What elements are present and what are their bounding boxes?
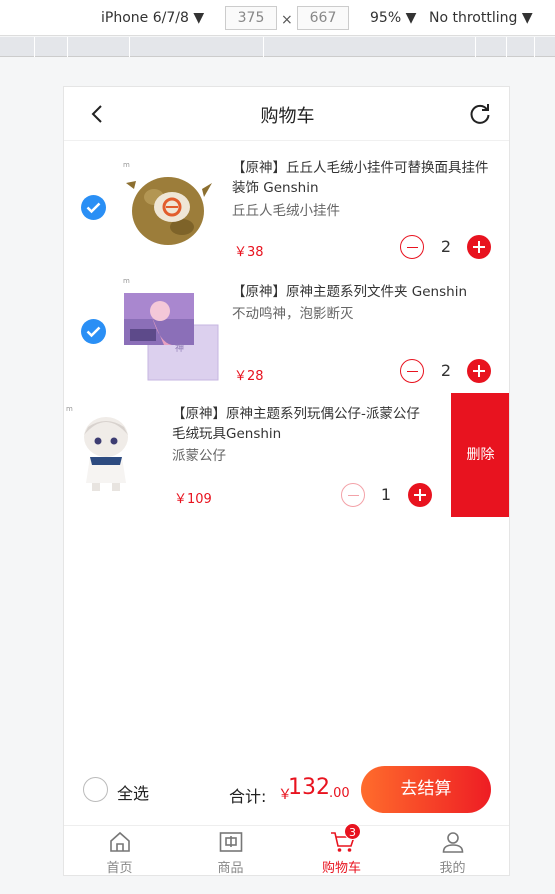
devtools-toolbar: iPhone 6/7/8 ▼ 375 × 667 95% ▼ No thrott… [0,0,555,36]
page-title: 购物车 [260,106,315,127]
product-image: m [64,401,164,501]
total-decimal: .00 [329,786,350,801]
quantity-value: 2 [440,361,452,380]
tab-profile[interactable]: 我的 [397,826,508,876]
select-all-checkbox[interactable] [83,777,108,802]
dimension-separator: × [281,12,293,28]
svg-text:m: m [123,277,130,285]
home-icon [110,831,130,852]
tab-bar: 首页 商品 3 购物车 我的 [64,823,509,876]
svg-text:m: m [66,405,73,413]
product-price: ￥109 [174,492,212,507]
decrease-quantity-button[interactable] [400,235,424,259]
product-image: m [120,157,220,257]
item-checkbox[interactable] [81,195,106,220]
increase-quantity-button[interactable] [408,483,432,507]
tab-label: 我的 [439,861,466,876]
decrease-quantity-button[interactable] [341,483,365,507]
nav-bar: 购物车 [64,87,509,141]
increase-quantity-button[interactable] [467,235,491,259]
media-query-ruler [0,37,555,57]
product-name: 【原神】丘丘人毛绒小挂件可替换面具挂件装饰 Genshin [232,160,489,196]
cart-item: m 神 【原神】原神主题系列文件夹 Genshin 不动鸣神，泡影断灭 ￥28 … [64,273,509,391]
tab-goods[interactable]: 商品 [175,826,286,876]
total-amount: 132 [288,775,330,800]
svg-text:m: m [123,161,130,169]
svg-text:神: 神 [175,342,184,354]
tab-label: 首页 [106,861,133,876]
quantity-value: 1 [380,485,392,504]
refresh-icon[interactable] [467,101,493,127]
product-spec: 不动鸣神，泡影断灭 [232,306,354,322]
product-spec: 派蒙公仔 [172,448,226,464]
checkout-bar: 全选 合计: ￥ 132 .00 去结算 [64,757,509,825]
user-icon [442,832,464,853]
tab-home[interactable]: 首页 [64,826,175,876]
quantity-value: 2 [440,237,452,256]
height-input[interactable]: 667 [297,6,349,30]
product-price: ￥28 [234,369,264,384]
item-checkbox[interactable] [81,319,106,344]
product-name: 【原神】原神主题系列文件夹 Genshin [232,284,468,300]
increase-quantity-button[interactable] [467,359,491,383]
throttling-select[interactable]: No throttling ▼ [429,10,533,26]
width-input[interactable]: 375 [225,6,277,30]
mobile-viewport: 购物车 m 【原神】丘丘人毛绒小挂件可替换面具挂件装饰 Genshin 丘丘人毛… [63,86,510,876]
tab-label: 商品 [217,861,244,876]
delete-button[interactable]: 删除 [451,393,509,517]
tab-cart[interactable]: 3 购物车 [286,823,397,876]
goods-icon [219,832,243,852]
total-label: 合计: [229,787,267,806]
cart-item: m 【原神】原神主题系列玩偶公仔-派蒙公仔毛绒玩具Genshin 派蒙公仔 ￥1… [64,397,509,515]
checkout-button[interactable]: 去结算 [361,766,491,813]
product-name: 【原神】原神主题系列玩偶公仔-派蒙公仔毛绒玩具Genshin [172,406,420,442]
device-select[interactable]: iPhone 6/7/8 ▼ [101,10,204,26]
tab-label: 购物车 [321,861,361,876]
zoom-select[interactable]: 95% ▼ [370,10,416,26]
product-image: m 神 [120,273,220,383]
product-price: ￥38 [234,245,264,260]
select-all-label[interactable]: 全选 [117,780,149,804]
cart-badge: 3 [344,823,361,840]
cart-item: m 【原神】丘丘人毛绒小挂件可替换面具挂件装饰 Genshin 丘丘人毛绒小挂件… [64,149,509,267]
product-spec: 丘丘人毛绒小挂件 [232,203,340,219]
decrease-quantity-button[interactable] [400,359,424,383]
